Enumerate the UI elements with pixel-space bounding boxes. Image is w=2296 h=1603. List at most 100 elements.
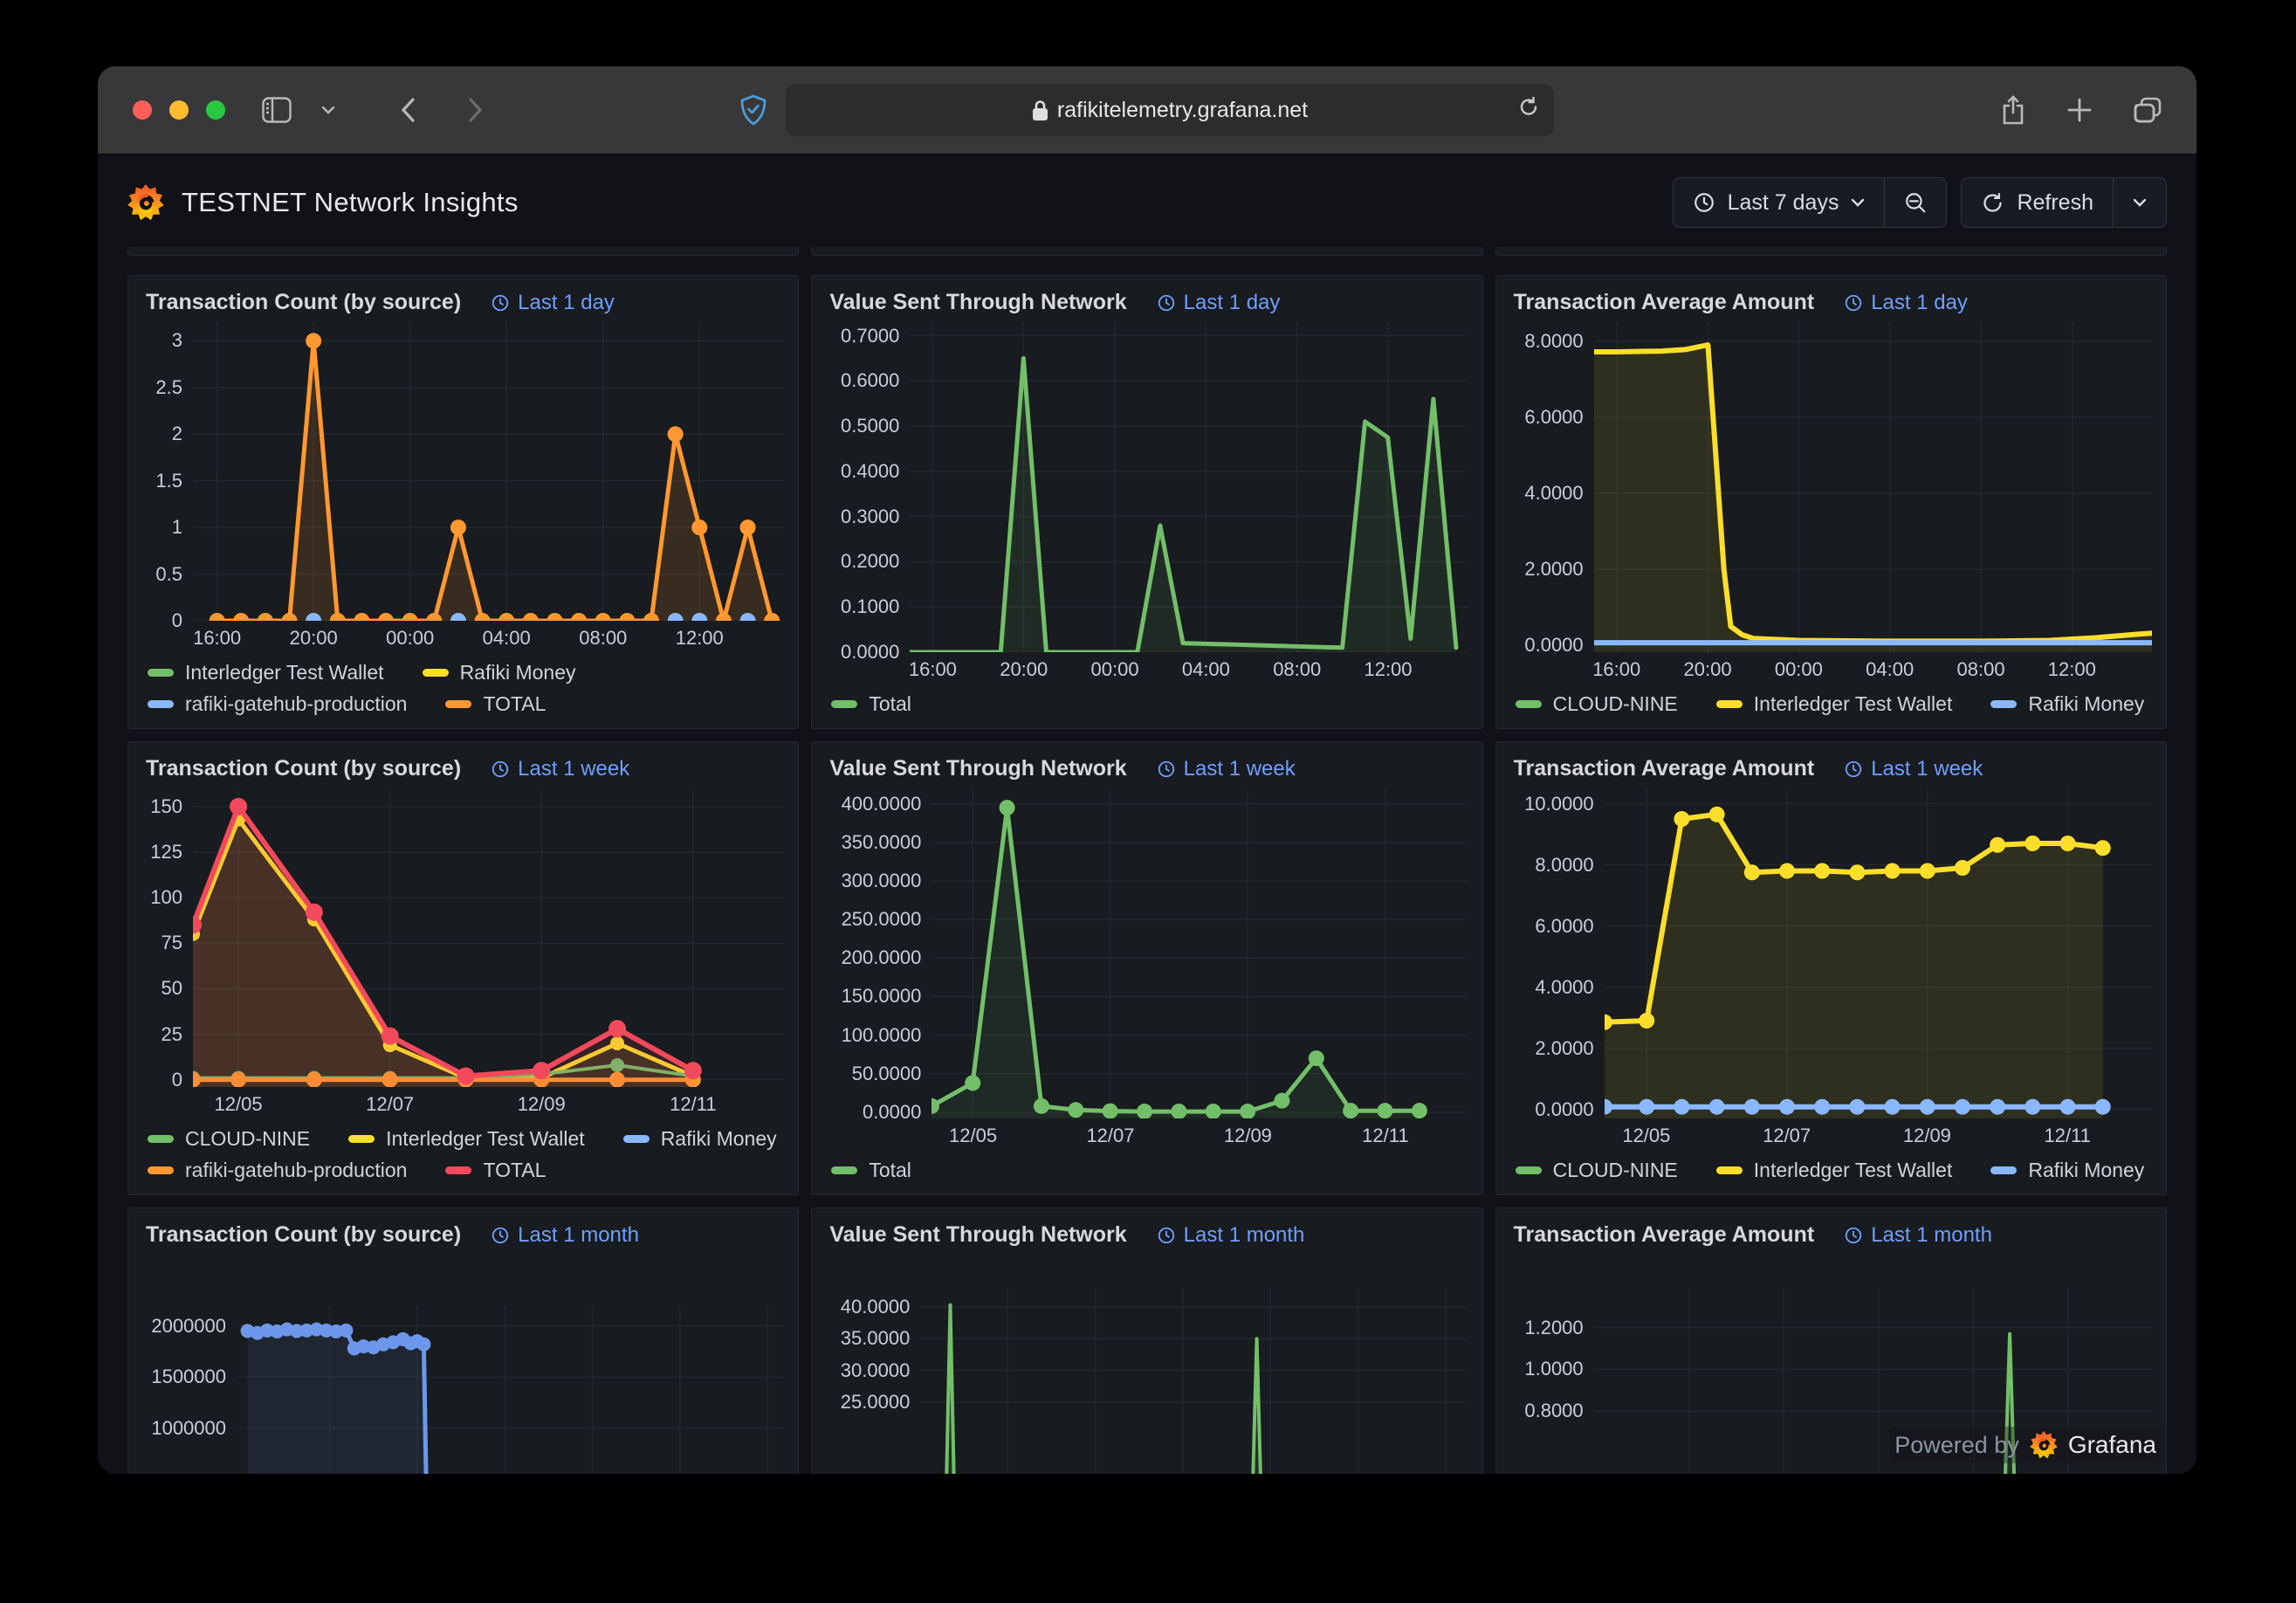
legend-chip-icon — [148, 1135, 174, 1143]
legend-chip-icon — [1516, 700, 1542, 708]
panel-time-label: Last 1 week — [1871, 757, 1983, 781]
panel-title: Value Sent Through Network — [829, 1222, 1126, 1248]
y-tick-label: 0.7000 — [826, 325, 899, 347]
panel-chart: 32.521.510.50 — [142, 322, 784, 621]
legend-label: Interledger Test Wallet — [386, 1127, 585, 1151]
legend-item[interactable]: Rafiki Money — [623, 1127, 777, 1151]
panel-time-link[interactable]: Last 1 month — [491, 1223, 639, 1248]
panel-bottom-stub — [127, 247, 799, 256]
legend-chip-icon — [148, 700, 174, 708]
powered-by-label: Powered by — [1894, 1432, 2019, 1459]
grafana-logo — [127, 183, 164, 222]
panel-time-link[interactable]: Last 1 month — [1157, 1223, 1305, 1248]
sidebar-icon[interactable] — [262, 97, 292, 123]
panel-time-link[interactable]: Last 1 month — [1844, 1223, 1992, 1248]
chart-svg — [237, 1305, 784, 1474]
y-tick-label: 100.0000 — [826, 1024, 921, 1047]
legend-label: rafiki-gatehub-production — [185, 1159, 407, 1182]
panel-title: Value Sent Through Network — [829, 756, 1126, 781]
legend-item[interactable]: Rafiki Money — [1990, 692, 2144, 716]
plot-area — [920, 1288, 1468, 1474]
minimize-window-button[interactable] — [169, 100, 189, 120]
chart-svg — [931, 788, 1468, 1118]
share-icon[interactable] — [2001, 95, 2025, 125]
clock-icon — [1693, 191, 1715, 214]
x-axis: 16:0020:0000:0004:0008:0012:00 — [193, 621, 784, 650]
panel-time-link[interactable]: Last 1 day — [1844, 291, 1968, 315]
y-tick-label: 8.0000 — [1510, 854, 1594, 877]
panel-time-link[interactable]: Last 1 week — [1844, 757, 1983, 781]
tab-overview-icon[interactable] — [2134, 97, 2162, 123]
legend-chip-icon — [1990, 1166, 2017, 1174]
legend: Total — [826, 682, 1468, 718]
legend-label: CLOUD-NINE — [185, 1127, 310, 1151]
legend-item[interactable]: CLOUD-NINE — [1516, 1159, 1678, 1182]
refresh-group: Refresh — [1961, 177, 2167, 228]
chevron-down-icon — [2133, 198, 2147, 207]
refresh-button[interactable]: Refresh — [1962, 178, 2113, 227]
zoom-out-time-button[interactable] — [1884, 178, 1946, 227]
plot-area — [237, 1305, 784, 1474]
legend-item[interactable]: rafiki-gatehub-production — [148, 1159, 407, 1182]
legend-item[interactable]: TOTAL — [445, 692, 546, 716]
panel-time-link[interactable]: Last 1 day — [491, 291, 615, 315]
x-axis: 12/0512/0712/0912/11 — [193, 1087, 784, 1117]
legend-chip-icon — [148, 669, 174, 677]
window-controls — [133, 100, 225, 120]
y-tick-label: 50 — [142, 977, 182, 1000]
y-tick-label: 25.0000 — [826, 1391, 910, 1414]
time-picker-group: Last 7 days — [1673, 177, 1948, 228]
legend-item[interactable]: rafiki-gatehub-production — [148, 692, 407, 716]
y-tick-label: 1.0000 — [1510, 1358, 1584, 1380]
legend-item[interactable]: Interledger Test Wallet — [1716, 692, 1953, 716]
panel-time-link[interactable]: Last 1 week — [1157, 757, 1296, 781]
legend-item[interactable]: TOTAL — [445, 1159, 546, 1182]
x-tick-label: 12/11 — [1362, 1125, 1408, 1147]
legend-item[interactable]: Total — [831, 692, 911, 716]
legend-chip-icon — [445, 700, 471, 708]
y-tick-label: 2.0000 — [1510, 558, 1584, 581]
chart-svg — [910, 322, 1468, 652]
panel-time-link[interactable]: Last 1 week — [491, 757, 629, 781]
powered-by-grafana[interactable]: Powered by Grafana — [1889, 1427, 2162, 1463]
legend-item[interactable]: Rafiki Money — [423, 661, 576, 685]
legend-item[interactable]: Rafiki Money — [1990, 1159, 2144, 1182]
address-bar[interactable]: rafikitelemetry.grafana.net — [786, 84, 1554, 136]
y-tick-label: 6.0000 — [1510, 915, 1594, 938]
y-tick-label: 50.0000 — [826, 1063, 921, 1085]
privacy-shield-icon[interactable] — [740, 94, 766, 126]
legend-chip-icon — [1716, 700, 1743, 708]
new-tab-icon[interactable] — [2067, 98, 2092, 122]
legend-item[interactable]: CLOUD-NINE — [1516, 692, 1678, 716]
time-range-button[interactable]: Last 7 days — [1674, 178, 1885, 227]
y-tick-label: 1 — [142, 516, 182, 539]
legend-item[interactable]: Interledger Test Wallet — [148, 661, 384, 685]
legend-item[interactable]: CLOUD-NINE — [148, 1127, 310, 1151]
y-axis: 200000015000001000000 — [142, 1305, 237, 1474]
y-tick-label: 75 — [142, 932, 182, 954]
forward-icon[interactable] — [468, 97, 484, 123]
panel-header: Value Sent Through Network Last 1 month — [826, 1219, 1468, 1248]
legend-item[interactable]: Total — [831, 1159, 911, 1182]
refresh-interval-button[interactable] — [2113, 178, 2166, 227]
reload-icon[interactable] — [1517, 96, 1540, 125]
x-tick-label: 04:00 — [1866, 658, 1914, 681]
legend-chip-icon — [148, 1166, 174, 1174]
panel-time-link[interactable]: Last 1 day — [1157, 291, 1281, 315]
panel-chart: 40.000035.000030.000025.0000 — [826, 1288, 1468, 1474]
x-tick-label: 00:00 — [1091, 658, 1139, 681]
legend-item[interactable]: Interledger Test Wallet — [1716, 1159, 1953, 1182]
sidebar-chevron-icon[interactable] — [321, 106, 335, 114]
panel-time-label: Last 1 month — [1871, 1223, 1992, 1248]
x-tick-label: 20:00 — [290, 627, 338, 650]
x-tick-label: 12/11 — [670, 1093, 716, 1116]
legend-item[interactable]: Interledger Test Wallet — [348, 1127, 585, 1151]
zoom-window-button[interactable] — [206, 100, 225, 120]
back-icon[interactable] — [400, 97, 416, 123]
close-window-button[interactable] — [133, 100, 152, 120]
panel-chart: 400.0000350.0000300.0000250.0000200.0000… — [826, 788, 1468, 1118]
x-tick-label: 12/07 — [1763, 1125, 1811, 1147]
page-title: TESTNET Network Insights — [182, 187, 519, 218]
y-tick-label: 3 — [142, 329, 182, 352]
legend-chip-icon — [1516, 1166, 1542, 1174]
